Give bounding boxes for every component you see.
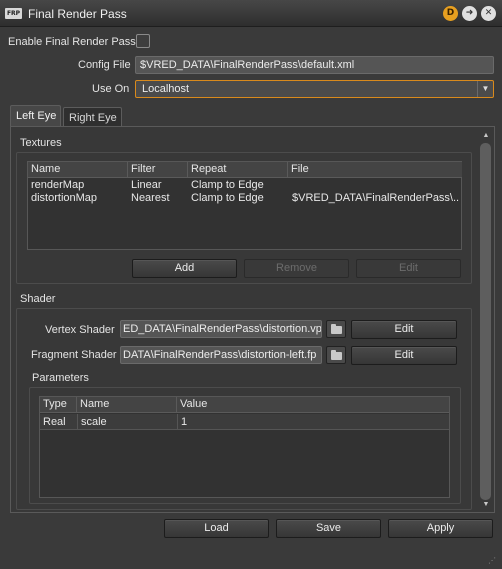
config-file-label: Config File xyxy=(78,59,131,71)
d-badge-icon[interactable]: D xyxy=(443,6,458,21)
resize-grip-icon[interactable]: ⋰ xyxy=(488,556,498,566)
textures-col-file[interactable]: File xyxy=(288,162,462,178)
texture-repeat: Clamp to Edge xyxy=(191,192,264,204)
use-on-select[interactable]: Localhost ▼ xyxy=(135,80,494,98)
remove-texture-button[interactable]: Remove xyxy=(244,259,349,278)
table-row[interactable]: Real scale 1 xyxy=(40,414,449,430)
texture-repeat: Clamp to Edge xyxy=(191,179,264,191)
folder-icon xyxy=(331,350,342,360)
fragment-shader-label: Fragment Shader xyxy=(31,349,117,361)
vertex-edit-button[interactable]: Edit xyxy=(351,320,457,339)
use-on-label: Use On xyxy=(92,83,130,95)
cell-divider xyxy=(77,414,78,429)
table-row[interactable]: renderMap Linear Clamp to Edge xyxy=(28,179,461,192)
fragment-edit-button[interactable]: Edit xyxy=(351,346,457,365)
textures-col-filter[interactable]: Filter xyxy=(128,162,188,178)
enable-label: Enable Final Render Pass xyxy=(8,36,136,48)
parameters-col-name[interactable]: Name xyxy=(77,397,177,413)
scroll-thumb[interactable] xyxy=(480,143,491,500)
texture-filter: Linear xyxy=(131,179,162,191)
use-on-value: Localhost xyxy=(142,83,190,95)
param-type: Real xyxy=(43,416,66,428)
arrow-right-icon[interactable]: ➜ xyxy=(462,6,477,21)
tab-right-eye[interactable]: Right Eye xyxy=(63,107,122,127)
table-row[interactable]: distortionMap Nearest Clamp to Edge $VRE… xyxy=(28,192,461,205)
load-button[interactable]: Load xyxy=(164,519,269,538)
parameters-col-type[interactable]: Type xyxy=(40,397,77,413)
texture-name: distortionMap xyxy=(31,192,98,204)
enable-checkbox[interactable] xyxy=(136,34,150,48)
texture-name: renderMap xyxy=(31,179,85,191)
texture-file: $VRED_DATA\FinalRenderPass\... xyxy=(292,192,460,204)
shader-title: Shader xyxy=(20,293,56,305)
add-texture-button[interactable]: Add xyxy=(132,259,237,278)
cell-divider xyxy=(177,414,178,429)
param-value[interactable]: 1 xyxy=(181,416,441,428)
textures-col-name[interactable]: Name xyxy=(28,162,128,178)
textures-col-repeat[interactable]: Repeat xyxy=(188,162,288,178)
close-icon[interactable]: ✕ xyxy=(481,6,496,21)
textures-title: Textures xyxy=(20,137,62,149)
parameters-table[interactable]: Type Name Value Real scale 1 xyxy=(39,396,450,498)
vertex-shader-label: Vertex Shader xyxy=(45,324,115,336)
texture-file xyxy=(292,179,460,191)
fragment-folder-button[interactable] xyxy=(326,346,346,364)
scroll-down-icon[interactable]: ▼ xyxy=(479,501,493,508)
tab-left-eye[interactable]: Left Eye xyxy=(10,105,61,127)
folder-icon xyxy=(331,324,342,334)
apply-button[interactable]: Apply xyxy=(388,519,493,538)
window-title: Final Render Pass xyxy=(28,7,127,21)
chevron-down-icon[interactable]: ▼ xyxy=(477,81,493,97)
app-icon: FRP xyxy=(5,8,22,19)
vertex-folder-button[interactable] xyxy=(326,320,346,338)
parameters-title: Parameters xyxy=(32,372,89,384)
parameters-col-value[interactable]: Value xyxy=(177,397,449,413)
title-bar: FRP Final Render Pass D ➜ ✕ xyxy=(0,0,502,27)
textures-table[interactable]: Name Filter Repeat File renderMap Linear… xyxy=(27,161,462,250)
texture-filter: Nearest xyxy=(131,192,170,204)
param-name: scale xyxy=(81,416,107,428)
config-file-field[interactable]: $VRED_DATA\FinalRenderPass\default.xml xyxy=(135,56,494,74)
scroll-up-icon[interactable]: ▲ xyxy=(479,132,493,139)
fragment-shader-field[interactable]: DATA\FinalRenderPass\distortion-left.fp xyxy=(120,346,322,364)
edit-texture-button[interactable]: Edit xyxy=(356,259,461,278)
save-button[interactable]: Save xyxy=(276,519,381,538)
vertex-shader-field[interactable]: ED_DATA\FinalRenderPass\distortion.vp xyxy=(120,320,322,338)
